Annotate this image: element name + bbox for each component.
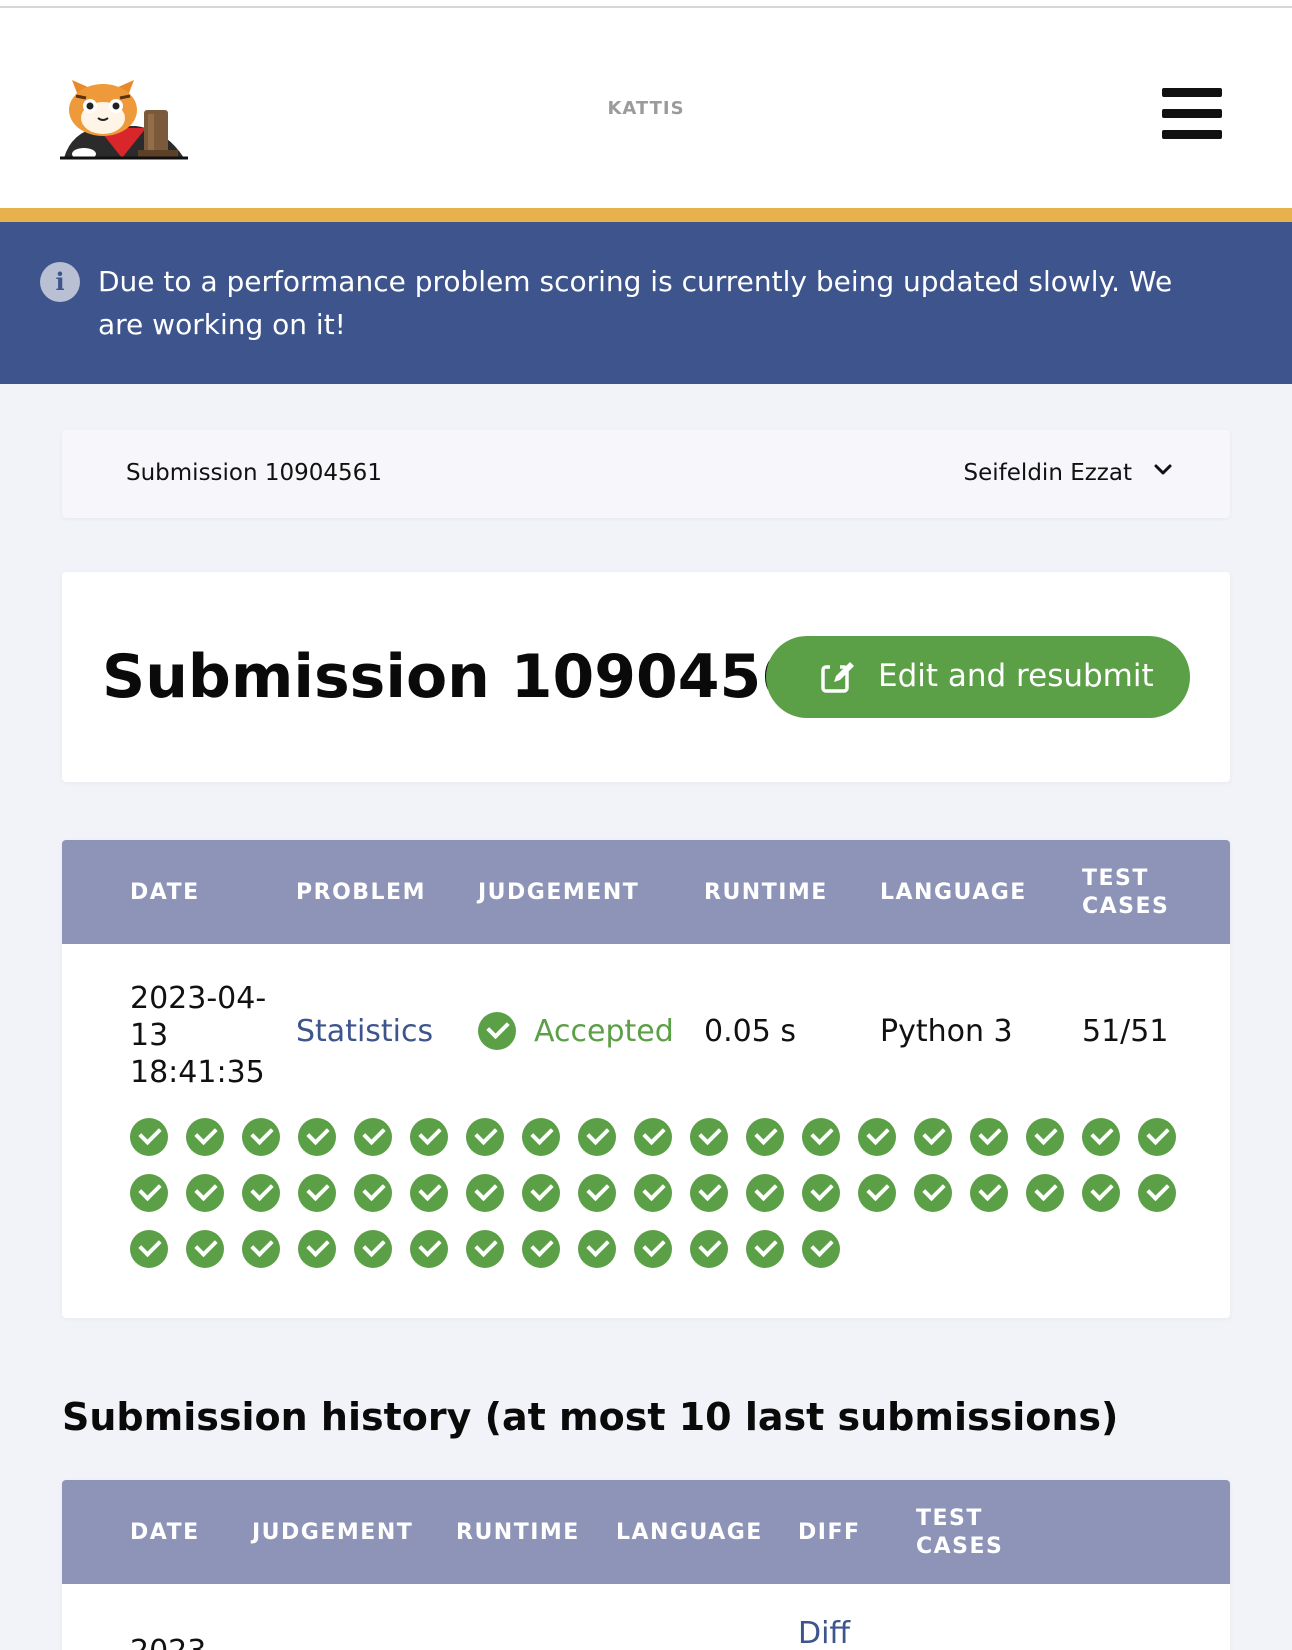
top-border xyxy=(0,0,1292,8)
table-header: DATE PROBLEM JUDGEMENT RUNTIME LANGUAGE … xyxy=(62,840,1230,944)
test-case-passed-icon xyxy=(186,1118,224,1156)
test-case-passed-icon xyxy=(858,1118,896,1156)
history-table-header: DATE JUDGEMENT RUNTIME LANGUAGE DIFF TES… xyxy=(62,1480,1230,1584)
test-cases-value: 51/51 xyxy=(1082,1014,1169,1049)
edit-icon xyxy=(821,662,854,693)
problem-link[interactable]: Statistics xyxy=(296,1014,433,1049)
notice-text: Due to a performance problem scoring is … xyxy=(98,265,1173,341)
history-column-diff: DIFF xyxy=(798,1520,861,1545)
test-case-passed-icon xyxy=(858,1174,896,1212)
history-column-judgement: JUDGEMENT xyxy=(252,1520,414,1545)
language-value: Python 3 xyxy=(880,1014,1013,1049)
test-case-passed-icon xyxy=(802,1230,840,1268)
test-case-passed-icon xyxy=(242,1230,280,1268)
site-brand[interactable]: KATTIS xyxy=(0,98,1292,119)
submission-table: DATE PROBLEM JUDGEMENT RUNTIME LANGUAGE … xyxy=(62,840,1230,1318)
test-case-passed-icon xyxy=(634,1118,672,1156)
test-case-passed-icon xyxy=(746,1174,784,1212)
info-icon: i xyxy=(40,262,80,302)
edit-resubmit-label: Edit and resubmit xyxy=(878,658,1154,694)
test-case-passed-icon xyxy=(298,1174,336,1212)
column-problem: PROBLEM xyxy=(296,880,426,905)
test-case-passed-icon xyxy=(522,1118,560,1156)
hamburger-menu-icon[interactable] xyxy=(1162,88,1222,140)
test-case-passed-icon xyxy=(298,1230,336,1268)
test-case-passed-icon xyxy=(1138,1118,1176,1156)
submission-date: 2023-04- 13 18:41:35 xyxy=(130,981,267,1090)
test-case-passed-icon xyxy=(970,1118,1008,1156)
test-case-passed-icon xyxy=(746,1230,784,1268)
history-column-date: DATE xyxy=(130,1520,200,1545)
page-title: Submission 10904561 xyxy=(102,642,845,712)
test-case-passed-icon xyxy=(634,1174,672,1212)
test-case-passed-icon xyxy=(578,1174,616,1212)
test-case-passed-icon xyxy=(466,1230,504,1268)
user-name: Seifeldin Ezzat xyxy=(963,460,1132,486)
test-case-passed-icon xyxy=(354,1174,392,1212)
test-case-passed-icon xyxy=(130,1118,168,1156)
accepted-check-icon xyxy=(478,1012,516,1050)
test-case-passed-icon xyxy=(634,1230,672,1268)
runtime-value: 0.05 s xyxy=(704,1014,796,1049)
test-case-passed-icon xyxy=(298,1118,336,1156)
column-test-cases-line1: TEST xyxy=(1082,866,1149,891)
column-date: DATE xyxy=(130,880,200,905)
column-language: LANGUAGE xyxy=(880,880,1027,905)
test-case-passed-icon xyxy=(354,1118,392,1156)
test-case-passed-icon xyxy=(914,1118,952,1156)
history-column-runtime: RUNTIME xyxy=(456,1520,580,1545)
judgement-status: Accepted xyxy=(534,1014,674,1049)
test-case-passed-icon xyxy=(970,1174,1008,1212)
test-case-passed-icon xyxy=(522,1230,560,1268)
history-diff-link[interactable]: Diff xyxy=(798,1616,850,1650)
test-case-passed-icon xyxy=(242,1118,280,1156)
test-case-passed-icon xyxy=(690,1174,728,1212)
test-case-passed-icon xyxy=(466,1118,504,1156)
column-judgement: JUDGEMENT xyxy=(478,880,640,905)
test-case-passed-icon xyxy=(130,1230,168,1268)
test-case-passed-icon xyxy=(186,1230,224,1268)
test-case-passed-icon xyxy=(690,1118,728,1156)
test-case-passed-icon xyxy=(242,1174,280,1212)
test-case-passed-icon xyxy=(802,1174,840,1212)
history-column-test-cases-line1: TEST xyxy=(916,1506,983,1531)
test-case-passed-icon xyxy=(1082,1174,1120,1212)
submission-title-card: Submission 10904561 Edit and resubmit xyxy=(62,572,1230,782)
edit-resubmit-button[interactable]: Edit and resubmit xyxy=(766,636,1190,718)
test-case-passed-icon xyxy=(1082,1118,1120,1156)
test-case-passed-icon xyxy=(690,1230,728,1268)
history-row-date: 2023 xyxy=(130,1634,206,1650)
test-case-passed-icon xyxy=(410,1118,448,1156)
test-case-passed-icon xyxy=(746,1118,784,1156)
test-case-passed-icon xyxy=(1026,1174,1064,1212)
chevron-down-icon xyxy=(1154,464,1172,475)
test-case-passed-icon xyxy=(578,1118,616,1156)
accent-stripe xyxy=(0,208,1292,222)
user-menu[interactable]: Seifeldin Ezzat xyxy=(964,460,1174,486)
site-header: KATTIS xyxy=(0,8,1292,208)
test-case-passed-icon xyxy=(802,1118,840,1156)
history-title: Submission history (at most 10 last subm… xyxy=(62,1395,1119,1439)
column-test-cases-line2: CASES xyxy=(1082,894,1170,919)
test-case-passed-icon xyxy=(1138,1174,1176,1212)
column-runtime: RUNTIME xyxy=(704,880,828,905)
test-case-passed-icon xyxy=(522,1174,560,1212)
test-case-passed-icon xyxy=(410,1230,448,1268)
history-table: DATE JUDGEMENT RUNTIME LANGUAGE DIFF TES… xyxy=(62,1480,1230,1650)
test-case-passed-icon xyxy=(914,1174,952,1212)
test-case-passed-icon xyxy=(1026,1118,1064,1156)
test-case-passed-icon xyxy=(410,1174,448,1212)
breadcrumb: Submission 10904561 Seifeldin Ezzat xyxy=(62,430,1230,518)
test-case-passed-icon xyxy=(130,1174,168,1212)
breadcrumb-title: Submission 10904561 xyxy=(126,460,382,486)
test-case-passed-icon xyxy=(466,1174,504,1212)
history-column-language: LANGUAGE xyxy=(616,1520,763,1545)
test-case-passed-icon xyxy=(354,1230,392,1268)
test-case-passed-icon xyxy=(186,1174,224,1212)
history-column-test-cases-line2: CASES xyxy=(916,1534,1004,1559)
test-case-passed-icon xyxy=(578,1230,616,1268)
